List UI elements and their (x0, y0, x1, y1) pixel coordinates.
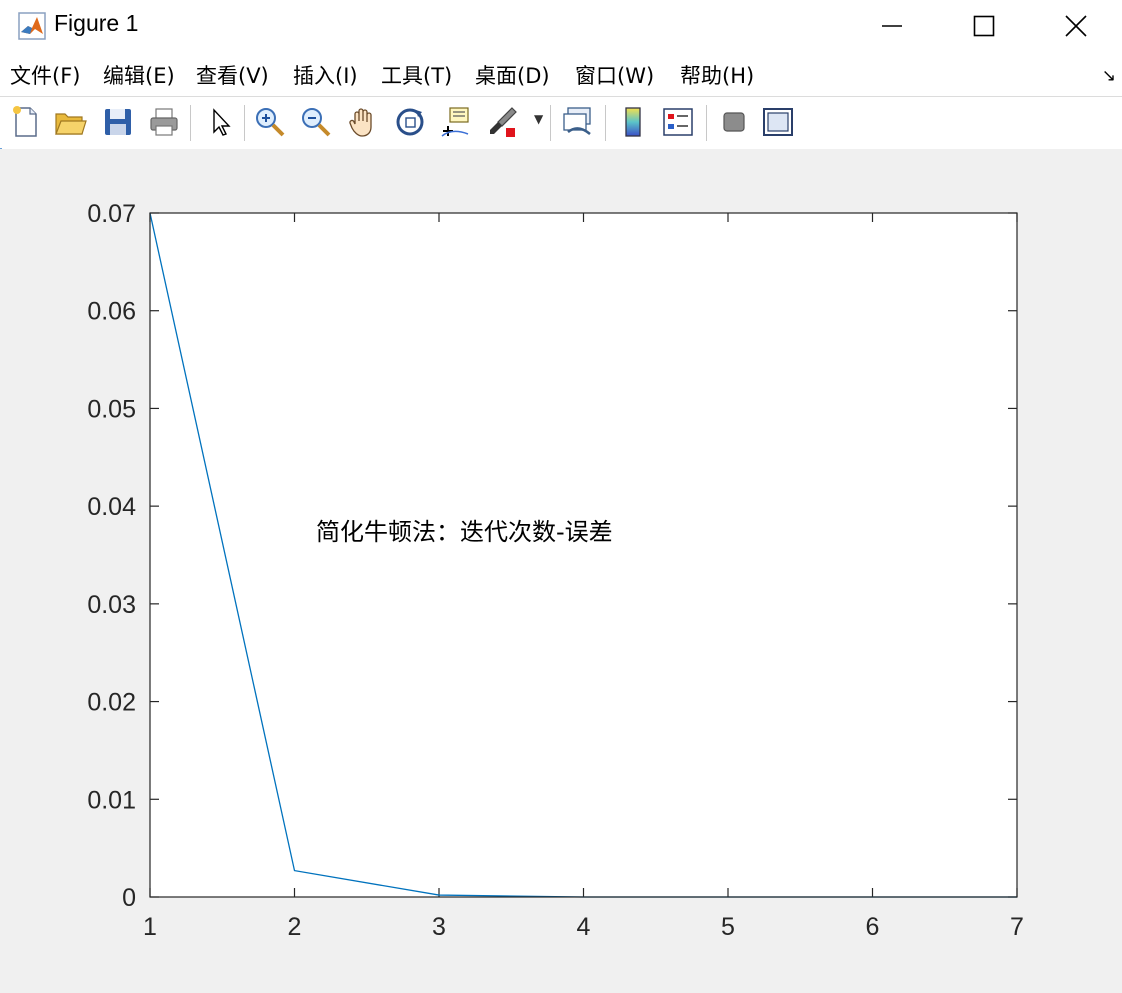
window-title: Figure 1 (54, 10, 139, 36)
pan-hand-icon (349, 108, 372, 137)
link-plot-button[interactable] (560, 104, 596, 140)
colorbar-icon (625, 107, 641, 137)
menu-edit[interactable]: 编辑(E) (103, 60, 175, 90)
figure-canvas: 1 2 3 4 5 6 7 0 0.01 0.02 0.03 0.04 0.05 0.06 0.07 简化牛… (0, 149, 1122, 993)
dock-figure-icon[interactable]: ↘ (1102, 66, 1116, 86)
colorbar-button[interactable] (615, 104, 651, 140)
toolbar-separator (190, 105, 191, 141)
data-cursor-button[interactable] (438, 104, 474, 140)
minimize-icon (882, 25, 902, 27)
toolbar-separator (605, 105, 606, 141)
x-tick-label: 7 (1010, 913, 1024, 941)
pan-button[interactable] (346, 104, 382, 140)
menu-bar: 文件(F) 编辑(E) 查看(V) 插入(I) 工具(T) 桌面(D) 窗口(W… (0, 52, 1122, 96)
title-bar: Figure 1 (0, 0, 1122, 52)
y-tick-label: 0.06 (87, 298, 136, 326)
toolbar-separator (244, 105, 245, 141)
new-figure-icon (13, 106, 37, 137)
brush-icon (490, 107, 517, 137)
zoom-out-icon (302, 108, 331, 137)
data-cursor-icon (441, 107, 469, 137)
print-button[interactable] (146, 104, 182, 140)
save-button[interactable] (100, 104, 136, 140)
open-file-icon (55, 113, 87, 135)
minimize-button[interactable] (846, 0, 938, 52)
line-chart[interactable]: 1 2 3 4 5 6 7 0 0.01 0.02 0.03 0.04 0.05 0.06 0.07 简化牛… (0, 149, 1122, 993)
zoom-in-button[interactable] (252, 104, 288, 140)
y-tick-label: 0.07 (87, 200, 136, 228)
menu-insert[interactable]: 插入(I) (293, 60, 358, 90)
new-figure-button[interactable] (8, 104, 44, 140)
y-tick-label: 0.02 (87, 689, 136, 717)
menu-window[interactable]: 窗口(W) (575, 60, 654, 90)
rotate-3d-button[interactable] (392, 104, 428, 140)
link-plot-icon (563, 107, 591, 135)
x-tick-label: 6 (866, 913, 880, 941)
hide-plot-tools-icon (723, 112, 745, 132)
x-tick-label: 4 (577, 913, 591, 941)
y-tick-label: 0.04 (87, 493, 136, 521)
brush-button[interactable] (486, 104, 522, 140)
maximize-button[interactable] (938, 0, 1030, 52)
x-tick-label: 2 (288, 913, 302, 941)
y-tick-label: 0.03 (87, 591, 136, 619)
maximize-icon (973, 15, 995, 37)
menu-tools[interactable]: 工具(T) (381, 60, 452, 90)
menu-file[interactable]: 文件(F) (10, 60, 80, 90)
zoom-out-button[interactable] (298, 104, 334, 140)
show-plot-tools-icon (763, 108, 793, 136)
x-tick-label: 1 (143, 913, 157, 941)
close-icon (1065, 15, 1087, 37)
edit-plot-button[interactable] (203, 104, 239, 140)
y-tick-label: 0 (122, 884, 136, 912)
toolbar-separator (550, 105, 551, 141)
menu-help[interactable]: 帮助(H) (680, 60, 754, 90)
matlab-icon (18, 12, 46, 40)
x-tick-label: 3 (432, 913, 446, 941)
chart-annotation: 简化牛顿法：迭代次数-误差 (316, 518, 613, 546)
legend-button[interactable] (660, 104, 696, 140)
open-file-button[interactable] (52, 104, 88, 140)
rotate-3d-icon (396, 108, 424, 136)
x-tick-label: 5 (721, 913, 735, 941)
menu-view[interactable]: 查看(V) (196, 60, 269, 90)
brush-dropdown-icon[interactable]: ▼ (534, 112, 543, 126)
y-tick-label: 0.05 (87, 395, 136, 423)
edit-plot-arrow-icon (213, 108, 231, 136)
zoom-in-icon (256, 108, 285, 137)
close-button[interactable] (1030, 0, 1122, 52)
hide-plot-tools-button[interactable] (716, 104, 752, 140)
axes-background (150, 213, 1017, 897)
y-tick-label: 0.01 (87, 786, 136, 814)
toolbar-separator (706, 105, 707, 141)
save-icon (105, 109, 131, 135)
menu-desktop[interactable]: 桌面(D) (475, 60, 550, 90)
figure-toolbar: ▼ (0, 96, 1122, 150)
print-icon (150, 108, 178, 136)
legend-icon (663, 108, 693, 136)
show-plot-tools-button[interactable] (760, 104, 796, 140)
